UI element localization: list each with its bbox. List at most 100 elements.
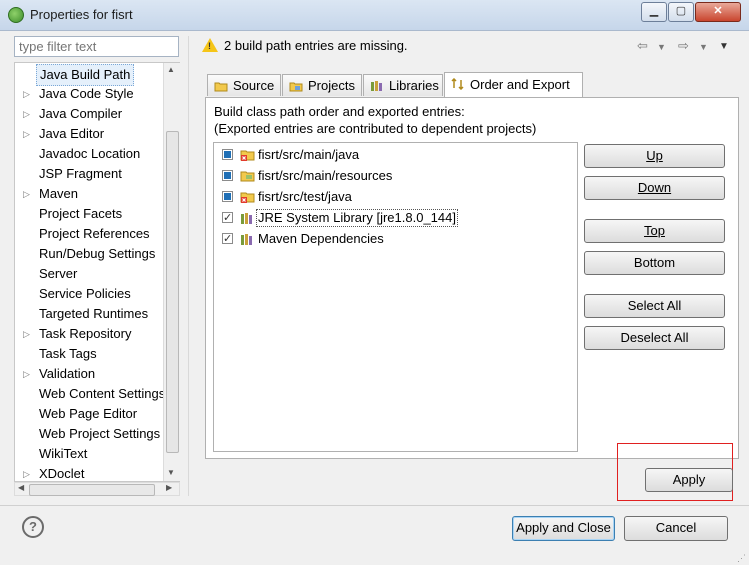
tree-item-java-editor[interactable]: ▷ Java Editor [15,124,163,144]
title-bar[interactable]: Properties for fisrt ▁ ▢ ✕ [0,0,749,31]
down-button[interactable]: Down [584,176,725,200]
tree-item-wikitext[interactable]: WikiText [15,444,163,464]
tree-item-project-facets[interactable]: Project Facets [15,204,163,224]
tree-item-server[interactable]: Server [15,264,163,284]
tree-item-validation[interactable]: ▷ Validation [15,364,163,384]
tree-item-label: Javadoc Location [39,146,141,161]
tree-item-label: Validation [39,366,96,381]
tree-item-label: Task Repository [39,326,132,341]
minimize-button[interactable]: ▁ [641,2,667,22]
tree-item-javadoc-location[interactable]: Javadoc Location [15,144,163,164]
expand-arrow-icon[interactable]: ▷ [23,124,30,144]
apply-button[interactable]: Apply [645,468,733,492]
tree-item-java-compiler[interactable]: ▷ Java Compiler [15,104,163,124]
resize-grip-icon[interactable]: ⋰ [737,553,747,563]
expand-arrow-icon[interactable]: ▷ [23,104,30,124]
splitter[interactable] [188,36,193,496]
expand-arrow-icon[interactable]: ▷ [23,464,30,481]
expand-arrow-icon[interactable]: ▷ [23,184,30,204]
back-arrow-icon[interactable]: ⇦ [637,38,648,54]
tree-item-jsp-fragment[interactable]: JSP Fragment [15,164,163,184]
deselect-all-button[interactable]: Deselect All [584,326,725,350]
tree-item-label: Java Compiler [39,106,123,121]
tree-item-label: Task Tags [39,346,97,361]
bottom-button[interactable]: Bottom [584,251,725,275]
tree-item-java-build-path[interactable]: Java Build Path [15,64,163,86]
tree-item-label: Targeted Runtimes [39,306,149,321]
library-icon [241,213,252,224]
tree-item-project-references[interactable]: Project References [15,224,163,244]
tree-horizontal-scrollbar[interactable]: ◀ ▶ [14,482,180,496]
tree-item-targeted-runtimes[interactable]: Targeted Runtimes [15,304,163,324]
tree-item-web-content-settings[interactable]: Web Content Settings [15,384,166,404]
export-checkbox[interactable] [222,149,233,160]
tab-projects[interactable]: Projects [282,74,362,96]
scrollbar-thumb[interactable] [166,131,179,453]
properties-dialog: Properties for fisrt ▁ ▢ ✕ Java Build Pa… [0,0,749,565]
entry-label: fisrt/src/test/java [258,189,352,204]
scroll-down-icon[interactable]: ▼ [167,468,175,477]
tree-item-web-project-settings[interactable]: Web Project Settings [15,424,163,444]
tree-item-task-tags[interactable]: Task Tags [15,344,163,364]
tab-order-and-export[interactable]: Order and Export [444,72,583,98]
button-label: Cancel [655,520,697,535]
warning-mark: ! [208,41,211,51]
forward-dropdown-icon[interactable]: ▼ [699,42,708,52]
tab-label: Projects [308,78,355,93]
filter-input[interactable] [14,36,179,57]
entries-list[interactable]: fisrt/src/main/java fisrt/src/main/resou… [213,142,578,452]
tree-item-label: Web Page Editor [39,406,138,421]
button-label: Up [646,148,663,163]
back-dropdown-icon[interactable]: ▼ [657,42,666,52]
view-menu-icon[interactable]: ▼ [719,41,729,52]
library-icon [241,234,252,245]
apply-and-close-button[interactable]: Apply and Close [512,516,615,541]
cancel-button[interactable]: Cancel [624,516,728,541]
message-banner: ! 2 build path entries are missing. ⇦ ▼ … [197,33,745,59]
scroll-left-icon[interactable]: ◀ [18,483,24,492]
tree-item-label: Web Content Settings [39,386,166,401]
tree-item-label: Java Build Path [36,64,135,86]
tree-item-maven[interactable]: ▷ Maven [15,184,163,204]
tree-item-label: Java Code Style [39,86,134,101]
scrollbar-thumb[interactable] [29,484,155,496]
tree-item-web-page-editor[interactable]: Web Page Editor [15,404,163,424]
entry-label: fisrt/src/main/resources [258,168,393,183]
up-button[interactable]: Up [584,144,725,168]
export-checkbox[interactable] [222,191,233,202]
tab-source[interactable]: Source [207,74,281,96]
tree-item-java-code-style[interactable]: ▷ Java Code Style [15,84,163,104]
close-button[interactable]: ✕ [695,2,741,22]
tree-item-xdoclet[interactable]: ▷ XDoclet [15,464,163,481]
tree-item-run-debug-settings[interactable]: Run/Debug Settings [15,244,163,264]
spring-app-icon [8,7,24,23]
expand-arrow-icon[interactable]: ▷ [23,324,30,344]
button-label: Down [637,180,672,195]
select-all-button[interactable]: Select All [584,294,725,318]
tree-vertical-scrollbar[interactable]: ▲ ▼ [163,63,180,481]
scroll-up-icon[interactable]: ▲ [167,65,175,74]
top-button[interactable]: Top [584,219,725,243]
export-checkbox[interactable] [222,208,233,228]
expand-arrow-icon[interactable]: ▷ [23,364,30,384]
export-checkbox[interactable] [222,170,233,181]
maximize-button[interactable]: ▢ [668,2,694,22]
export-checkbox[interactable] [222,229,233,249]
tab-libraries[interactable]: Libraries [363,74,443,96]
button-label: Top [644,223,665,238]
tree-item-label: Maven [39,186,79,201]
expand-arrow-icon[interactable]: ▷ [23,84,30,104]
tree-item-label: XDoclet [39,466,85,481]
libraries-icon [371,81,382,91]
scroll-right-icon[interactable]: ▶ [166,483,172,492]
help-icon[interactable]: ? [22,516,44,538]
tree-item-label: Run/Debug Settings [39,246,156,261]
tree-item-task-repository[interactable]: ▷ Task Repository [15,324,163,344]
tree-item-label: Server [39,266,78,281]
forward-arrow-icon[interactable]: ⇨ [678,38,689,54]
entry-label: JRE System Library [jre1.8.0_144] [256,209,458,227]
tree-item-label: Web Project Settings [39,426,161,441]
tree-item-service-policies[interactable]: Service Policies [15,284,163,304]
tree-item-label: JSP Fragment [39,166,122,181]
panel-description-note: (Exported entries are contributed to dep… [214,121,537,136]
